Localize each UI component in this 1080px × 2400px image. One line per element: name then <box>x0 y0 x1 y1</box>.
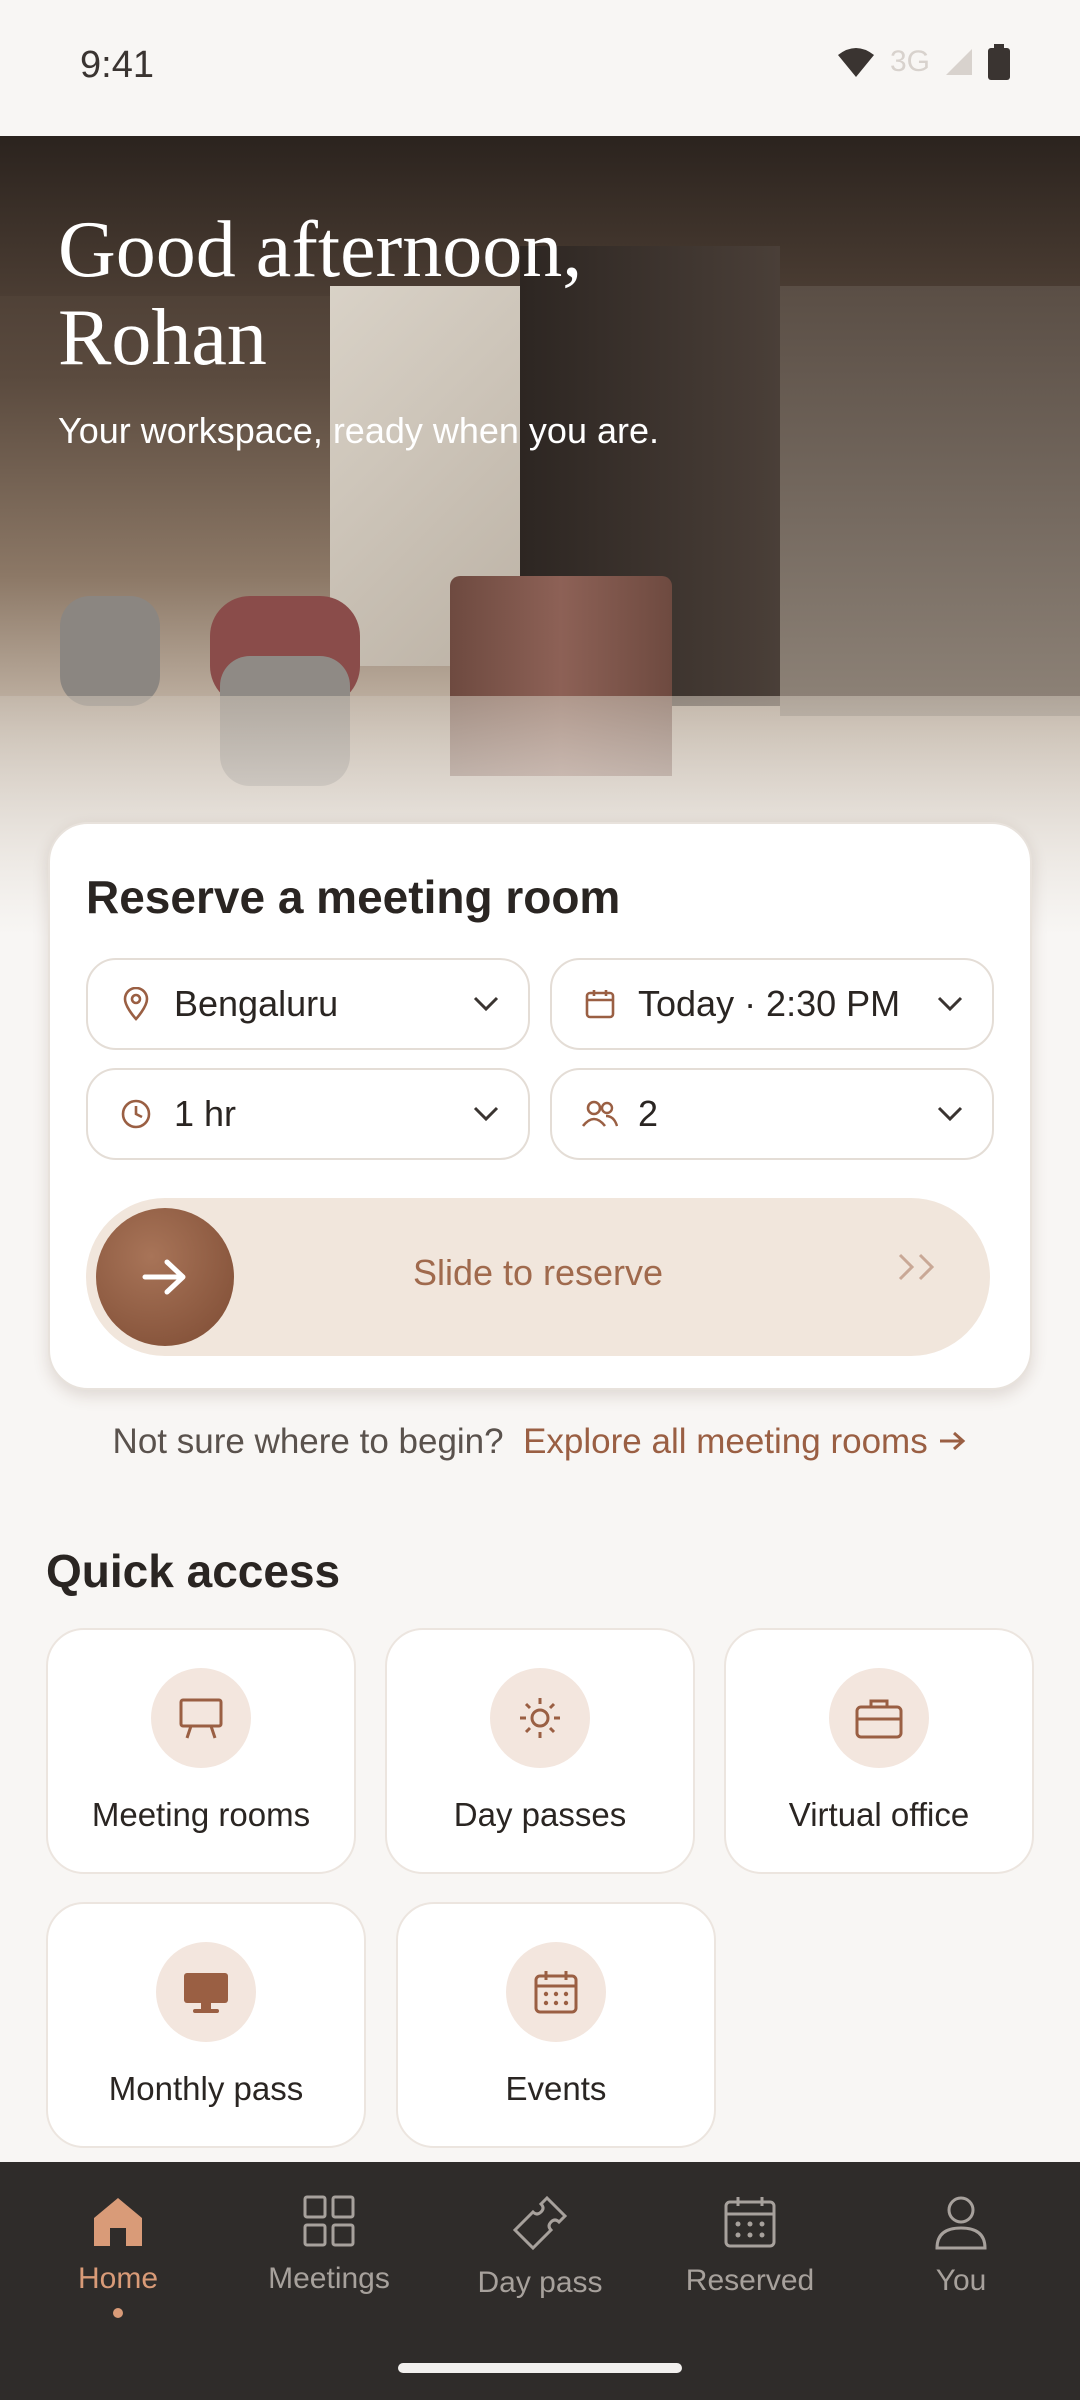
monitor-icon <box>156 1942 256 2042</box>
datetime-select[interactable]: Today · 2:30 PM <box>550 958 994 1050</box>
signal-icon <box>946 49 972 75</box>
nav-label: You <box>935 2264 987 2297</box>
explore-question: Not sure where to begin? <box>112 1422 504 1461</box>
tile-label: Day passes <box>453 1796 627 1833</box>
quick-access-title: Quick access <box>46 1545 341 1597</box>
double-chevron-right-icon <box>898 1253 935 1281</box>
guests-select[interactable]: 2 <box>550 1068 994 1160</box>
gesture-home-indicator[interactable] <box>398 2363 682 2373</box>
tile-label: Events <box>505 2070 607 2107</box>
hero-corridor <box>780 286 1080 716</box>
calendar-icon <box>580 984 620 1024</box>
nav-home[interactable]: Home <box>18 2194 218 2318</box>
hero-banner: Good afternoon, Rohan Your workspace, rea… <box>0 136 1080 936</box>
location-value: Bengaluru <box>174 983 339 1024</box>
calendar-icon <box>724 2197 776 2248</box>
home-icon <box>94 2198 142 2246</box>
nav-label: Meetings <box>268 2262 390 2295</box>
slide-label: Slide to reserve <box>412 1252 664 1293</box>
tile-label: Virtual office <box>788 1796 970 1833</box>
explore-all-link[interactable]: Explore all meeting rooms <box>523 1422 967 1461</box>
greeting-line-1: Good afternoon, <box>58 206 583 294</box>
location-pin-icon <box>116 984 156 1024</box>
quick-access-events[interactable]: Events <box>396 1902 716 2148</box>
reserve-title: Reserve a meeting room <box>86 871 621 923</box>
nav-label: Reserved <box>685 2264 815 2297</box>
tile-label: Monthly pass <box>108 2070 304 2107</box>
guests-value: 2 <box>638 1093 659 1134</box>
status-icons: 3G <box>836 44 1010 80</box>
ticket-icon <box>512 2195 568 2251</box>
sun-icon <box>490 1668 590 1768</box>
battery-icon <box>988 44 1010 80</box>
quick-access-day-passes[interactable]: Day passes <box>385 1628 695 1874</box>
status-bar: 9:41 3G <box>0 0 1080 136</box>
clock-icon <box>116 1094 156 1134</box>
status-time: 9:41 <box>80 44 154 86</box>
people-icon <box>580 1094 620 1134</box>
nav-meetings[interactable]: Meetings <box>229 2194 429 2296</box>
quick-access-virtual-office[interactable]: Virtual office <box>724 1628 1034 1874</box>
greeting-heading: Good afternoon, Rohan <box>58 206 582 382</box>
tile-label: Meeting rooms <box>91 1796 311 1833</box>
grid-icon <box>303 2195 355 2247</box>
calendar-grid-icon <box>506 1942 606 2042</box>
presentation-board-icon <box>151 1668 251 1768</box>
chevron-down-icon <box>473 996 499 1012</box>
explore-prompt: Not sure where to begin? Explore all mee… <box>0 1422 1080 1462</box>
arrow-right-icon <box>940 1431 966 1451</box>
briefcase-icon <box>829 1668 929 1768</box>
greeting-name: Rohan <box>58 294 267 382</box>
quick-access-meeting-rooms[interactable]: Meeting rooms <box>46 1628 356 1874</box>
quick-access-monthly-pass[interactable]: Monthly pass <box>46 1902 366 2148</box>
datetime-value: Today · 2:30 PM <box>638 983 901 1024</box>
chevron-down-icon <box>937 996 963 1012</box>
hero-armchair <box>60 596 160 706</box>
duration-value: 1 hr <box>174 1093 237 1134</box>
duration-select[interactable]: 1 hr <box>86 1068 530 1160</box>
explore-link-label: Explore all meeting rooms <box>523 1422 928 1461</box>
nav-label: Home <box>77 2262 159 2295</box>
nav-reserved[interactable]: Reserved <box>650 2194 850 2298</box>
hero-subtitle: Your workspace, ready when you are. <box>58 410 660 451</box>
chevron-down-icon <box>473 1106 499 1122</box>
network-3g-icon: 3G <box>889 45 930 78</box>
wifi-icon <box>837 48 874 77</box>
chevron-down-icon <box>937 1106 963 1122</box>
nav-label: Day pass <box>477 2266 603 2299</box>
slide-to-reserve[interactable]: Slide to reserve <box>86 1198 990 1356</box>
user-icon <box>935 2196 987 2250</box>
reserve-card: Reserve a meeting room Bengaluru Today ·… <box>48 822 1032 1390</box>
active-indicator-dot <box>113 2308 123 2318</box>
nav-you[interactable]: You <box>861 2194 1061 2298</box>
nav-day-pass[interactable]: Day pass <box>440 2194 640 2300</box>
location-select[interactable]: Bengaluru <box>86 958 530 1050</box>
